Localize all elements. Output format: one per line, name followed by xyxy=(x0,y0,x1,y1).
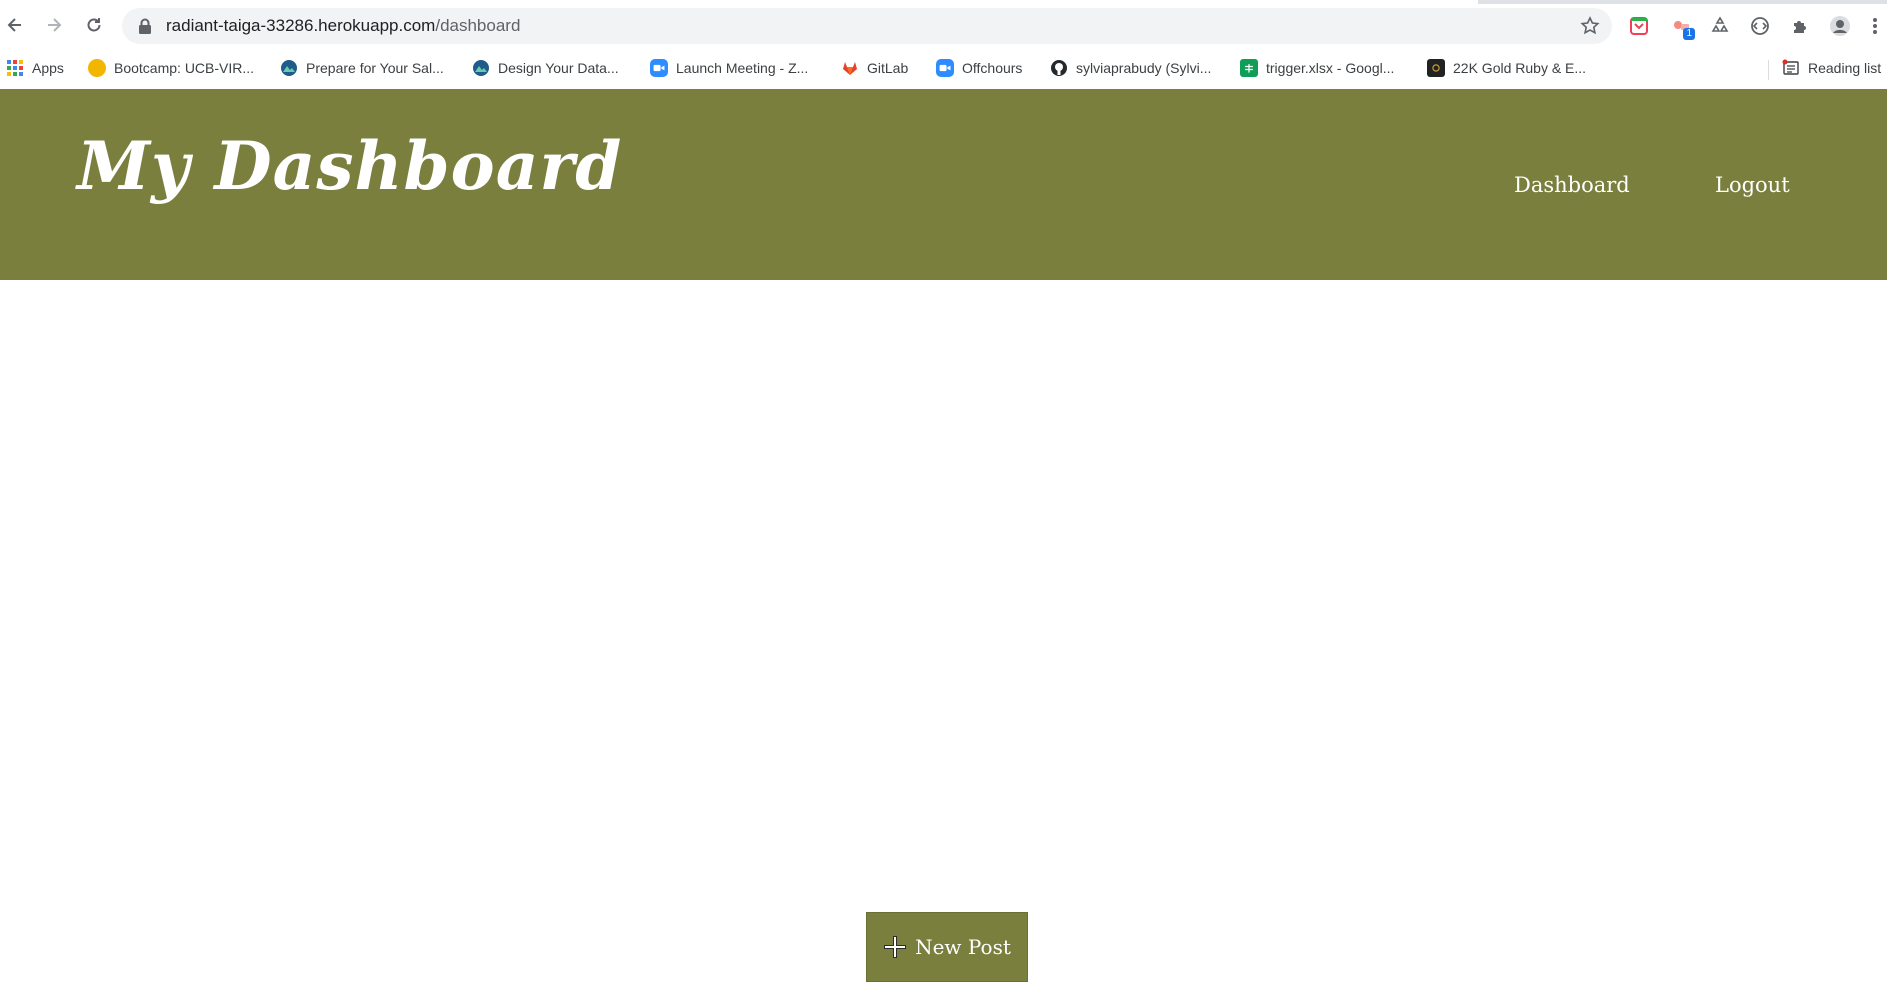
bookmark-bootcamp[interactable]: Bootcamp: UCB-VIR... xyxy=(88,56,254,80)
github-icon xyxy=(1050,59,1068,77)
site-header: My Dashboard Dashboard Logout xyxy=(0,89,1887,280)
dashboard-main: New Post xyxy=(0,280,1887,988)
bookmark-label: Prepare for Your Sal... xyxy=(306,60,444,76)
bookmark-label: sylviaprabudy (Sylvi... xyxy=(1076,60,1212,76)
browser-toolbar: radiant-taiga-33286.herokuapp.com/dashbo… xyxy=(0,6,1887,48)
bookmark-label: Offchours xyxy=(962,60,1023,76)
reading-list-label: Reading list xyxy=(1808,60,1882,76)
address-bar[interactable]: radiant-taiga-33286.herokuapp.com/dashbo… xyxy=(122,8,1612,44)
plus-icon xyxy=(884,936,907,958)
bookmarks-bar: Apps Bootcamp: UCB-VIR... Prepare for Yo… xyxy=(0,52,1887,82)
bookmark-gitlab[interactable]: GitLab xyxy=(841,56,908,80)
bookmark-label: trigger.xlsx - Googl... xyxy=(1266,60,1395,76)
menu-button[interactable] xyxy=(1866,12,1884,40)
apps-grid-icon xyxy=(6,59,24,77)
reading-list-button[interactable]: Reading list xyxy=(1782,56,1881,80)
recycle-icon xyxy=(1711,16,1729,32)
bookmark-star-icon[interactable] xyxy=(1580,16,1600,36)
nav-link-logout[interactable]: Logout xyxy=(1715,173,1790,197)
forward-button[interactable] xyxy=(39,10,69,40)
kebab-menu-icon xyxy=(1873,18,1877,34)
zoom-icon xyxy=(936,59,954,77)
pocket-icon xyxy=(1630,17,1648,35)
gitlab-icon xyxy=(841,59,859,77)
bookmark-label: Bootcamp: UCB-VIR... xyxy=(114,60,255,76)
google-sheets-icon xyxy=(1240,59,1258,77)
reading-list-icon xyxy=(1782,59,1800,77)
new-post-button[interactable]: New Post xyxy=(866,912,1028,982)
url-host: radiant-taiga-33286.herokuapp.com xyxy=(166,16,436,35)
pocket-extension[interactable] xyxy=(1625,12,1653,40)
puzzle-extension-badged[interactable]: 1 xyxy=(1667,12,1695,40)
bookmark-label: Launch Meeting - Z... xyxy=(676,60,809,76)
back-button[interactable] xyxy=(0,10,30,40)
bookmark-gold-ruby[interactable]: 22K Gold Ruby & E... xyxy=(1427,56,1586,80)
bookmark-label: Apps xyxy=(32,60,64,76)
active-tab[interactable] xyxy=(0,0,1478,4)
jewelry-favicon-icon xyxy=(1427,59,1445,77)
reload-icon xyxy=(87,18,101,32)
extension-badge: 1 xyxy=(1683,28,1695,40)
bookmark-offchours[interactable]: Offchours xyxy=(936,56,1022,80)
url-path: /dashboard xyxy=(435,16,521,35)
mountain-logo-icon xyxy=(280,59,298,77)
bookmark-launch-meeting[interactable]: Launch Meeting - Z... xyxy=(650,56,808,80)
lock-icon xyxy=(139,18,151,34)
bookmark-github[interactable]: sylviaprabudy (Sylvi... xyxy=(1050,56,1211,80)
puzzle-icon xyxy=(1794,21,1806,33)
bookmark-design-data[interactable]: Design Your Data... xyxy=(472,56,619,80)
bookmark-separator xyxy=(1768,60,1769,80)
nav-link-dashboard[interactable]: Dashboard xyxy=(1514,173,1630,197)
browser-chrome: radiant-taiga-33286.herokuapp.com/dashbo… xyxy=(0,0,1887,89)
bookmark-label: 22K Gold Ruby & E... xyxy=(1453,60,1587,76)
page-title: My Dashboard xyxy=(77,127,623,205)
code-extension[interactable] xyxy=(1746,12,1774,40)
bookmark-apps[interactable]: Apps xyxy=(6,56,64,80)
url-text[interactable]: radiant-taiga-33286.herokuapp.com/dashbo… xyxy=(166,16,520,36)
mountain-logo-icon xyxy=(472,59,490,77)
bookmark-trigger-sheet[interactable]: trigger.xlsx - Googl... xyxy=(1240,56,1394,80)
zoom-icon xyxy=(650,59,668,77)
bookmark-label: Design Your Data... xyxy=(498,60,619,76)
reload-button[interactable] xyxy=(79,10,109,40)
profile-button[interactable] xyxy=(1826,12,1854,40)
tab-strip xyxy=(0,0,1887,4)
code-circle-icon xyxy=(1751,17,1769,35)
extensions-button[interactable] xyxy=(1786,12,1814,40)
back-arrow-icon xyxy=(7,18,21,32)
bookmark-prepare-salary[interactable]: Prepare for Your Sal... xyxy=(280,56,444,80)
new-post-label: New Post xyxy=(915,935,1011,959)
bookmark-label: GitLab xyxy=(867,60,909,76)
bootcamp-favicon-icon xyxy=(88,59,106,77)
profile-avatar-icon xyxy=(1830,16,1850,36)
recycle-extension[interactable] xyxy=(1706,12,1734,40)
forward-arrow-icon xyxy=(48,18,62,32)
